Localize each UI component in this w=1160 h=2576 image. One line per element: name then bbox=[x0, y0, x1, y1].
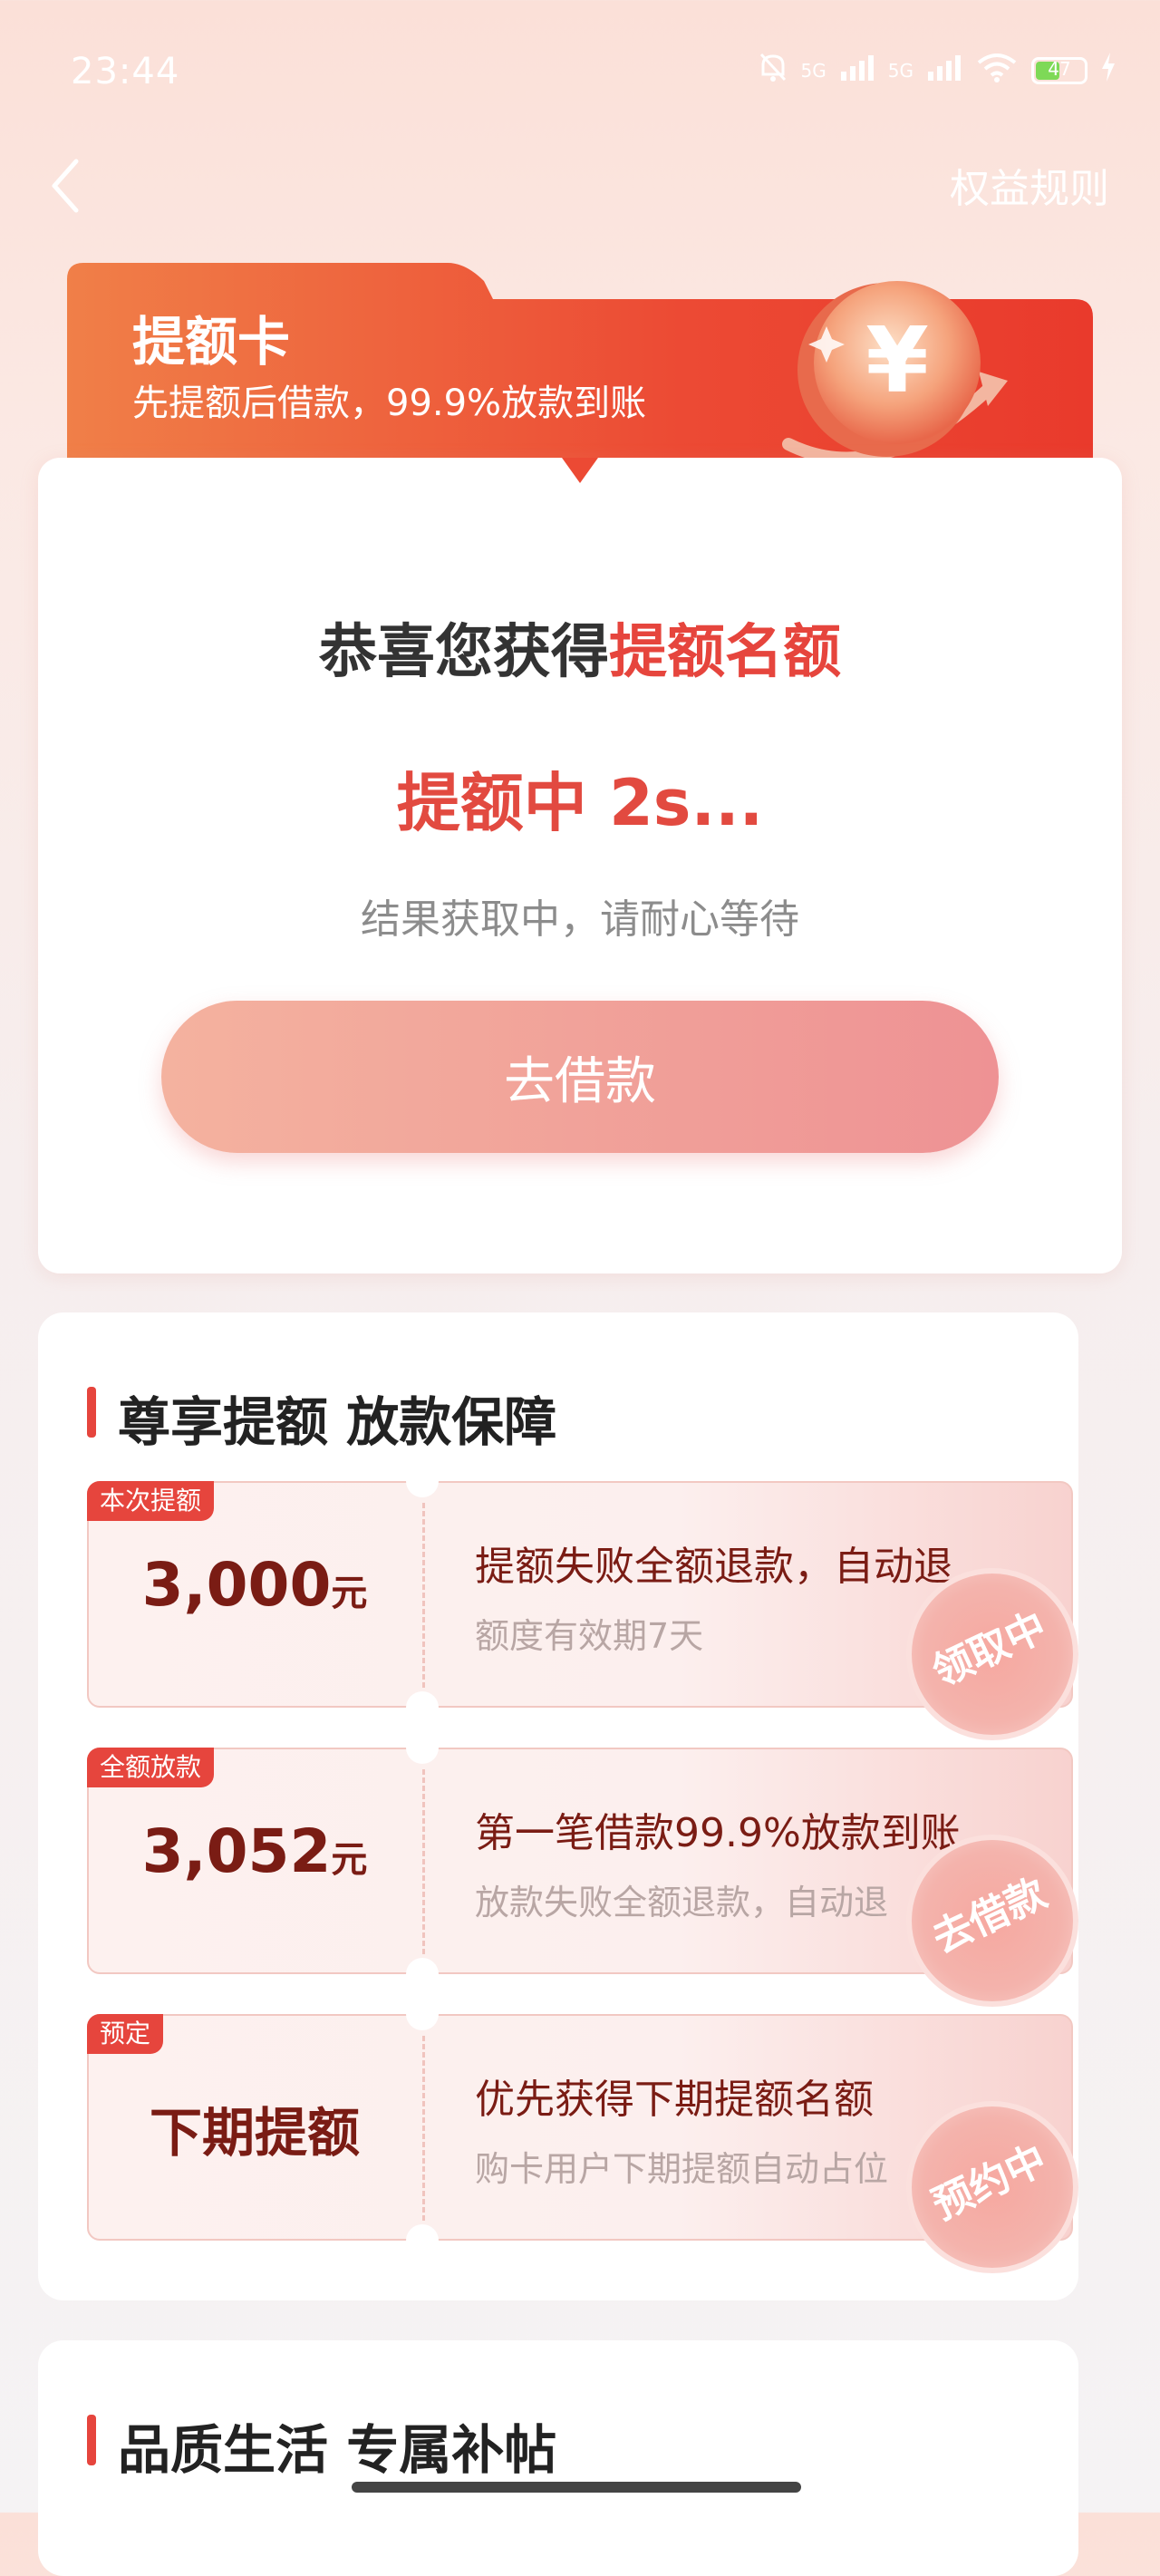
status-hint: 结果获取中，请耐心等待 bbox=[361, 896, 799, 943]
signal-2-icon bbox=[926, 53, 962, 88]
congrats-prefix: 恭喜您获得 bbox=[319, 619, 609, 686]
battery-icon: 47 bbox=[1031, 57, 1088, 84]
section-accent-bar bbox=[87, 2415, 96, 2465]
header-title: 提额卡 bbox=[132, 311, 291, 373]
header-subtitle: 先提额后借款，99.9%放款到账 bbox=[132, 383, 647, 424]
ticket-amount-value: 3,000 bbox=[141, 1550, 332, 1620]
ticket-amount: 3,000元 bbox=[87, 1550, 422, 1620]
mute-bell-icon bbox=[758, 51, 788, 91]
section-accent-bar bbox=[87, 1387, 96, 1438]
ticket-title: 提额失败全额退款，自动退 bbox=[475, 1544, 953, 1590]
ticket-notch bbox=[406, 1731, 439, 1764]
status-icons: 5G 5G 47 bbox=[758, 51, 1116, 91]
ticket-divider bbox=[422, 1503, 425, 1688]
ticket-amount: 3,052元 bbox=[87, 1816, 422, 1886]
ticket-title: 优先获得下期提额名额 bbox=[475, 2077, 874, 2123]
battery-level: 47 bbox=[1048, 58, 1071, 80]
card-notch bbox=[489, 458, 671, 483]
ticket-divider bbox=[422, 1769, 425, 1954]
signal-1-label: 5G bbox=[800, 60, 826, 82]
ticket-notch bbox=[406, 1465, 439, 1497]
charging-icon bbox=[1100, 53, 1116, 89]
back-icon[interactable] bbox=[45, 154, 85, 218]
ticket-amount: 下期提额 bbox=[87, 2090, 422, 2166]
ticket-tag: 全额放款 bbox=[87, 1748, 215, 1787]
coin-icon: ¥ bbox=[770, 272, 1033, 480]
congrats-text: 恭喜您获得提额名额 bbox=[0, 605, 1160, 689]
benefits-title: 尊享提额 放款保障 bbox=[118, 1391, 557, 1453]
loading-status: 提额中 2s... bbox=[396, 766, 764, 840]
ticket-tag: 本次提额 bbox=[87, 1481, 215, 1521]
ticket-title: 第一笔借款99.9%放款到账 bbox=[475, 1810, 961, 1856]
ticket-amount-value: 下期提额 bbox=[149, 2102, 360, 2164]
signal-2-label: 5G bbox=[887, 60, 914, 82]
signal-1-icon bbox=[839, 53, 875, 88]
ticket-divider bbox=[422, 2036, 425, 2221]
rules-link[interactable]: 权益规则 bbox=[950, 156, 1109, 214]
ticket-tag: 预定 bbox=[87, 2014, 164, 2054]
ticket-amount-unit: 元 bbox=[331, 1573, 368, 1614]
wifi-icon bbox=[975, 52, 1019, 90]
ticket-notch bbox=[406, 1691, 439, 1724]
ticket-notch bbox=[406, 1958, 439, 1990]
ticket-notch bbox=[406, 1998, 439, 2030]
status-time: 23:44 bbox=[71, 51, 180, 92]
svg-text:¥: ¥ bbox=[865, 307, 929, 413]
ticket-notch bbox=[406, 2224, 439, 2257]
ticket-desc: 放款失败全额退款，自动退 bbox=[475, 1883, 889, 1922]
borrow-button[interactable]: 去借款 bbox=[161, 1001, 999, 1153]
congrats-highlight: 提额名额 bbox=[609, 619, 841, 686]
home-indicator[interactable] bbox=[352, 2482, 801, 2493]
ticket-desc: 购卡用户下期提额自动占位 bbox=[475, 2149, 889, 2189]
ticket-amount-value: 3,052 bbox=[141, 1816, 332, 1886]
ticket-desc: 额度有效期7天 bbox=[475, 1616, 704, 1656]
subsidy-title: 品质生活 专属补帖 bbox=[118, 2419, 557, 2481]
ticket-amount-unit: 元 bbox=[331, 1839, 368, 1881]
